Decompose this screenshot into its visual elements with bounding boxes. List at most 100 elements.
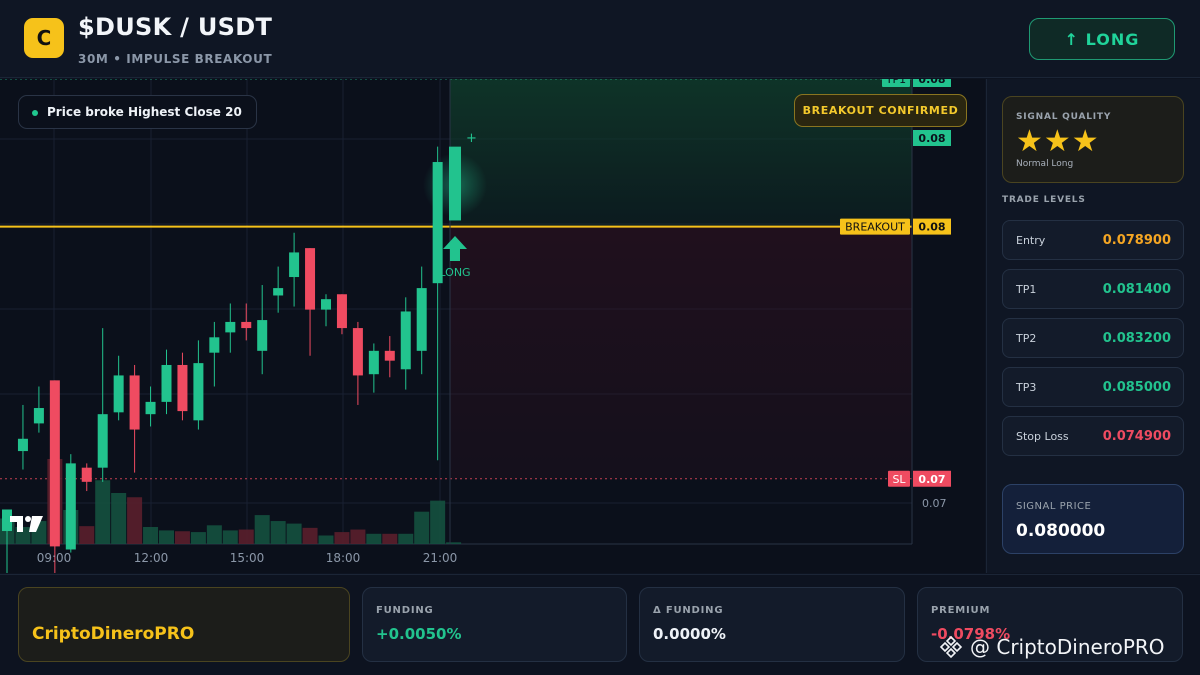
time-tick: 09:00 <box>37 551 72 565</box>
volume-bar <box>382 533 398 544</box>
level-tp2: TP2 0.083200 <box>1002 318 1184 358</box>
volume-bar <box>350 529 366 544</box>
volume-bar <box>286 523 302 544</box>
breakout-candle <box>449 146 461 221</box>
signal-quality-sub: Normal Long <box>1016 159 1074 169</box>
candle-body <box>17 438 28 452</box>
volume-bar <box>190 532 206 544</box>
level-value: 0.083200 <box>1102 331 1171 346</box>
candle-body <box>193 363 204 421</box>
candle-body <box>321 299 331 310</box>
candle-body <box>273 288 284 296</box>
volume-bar <box>366 533 382 544</box>
crosshair-plus-icon: + <box>466 131 477 146</box>
candle-body <box>129 375 140 430</box>
volume-bar <box>111 493 127 544</box>
candle-body <box>257 320 268 351</box>
volume-bar <box>414 511 430 544</box>
candle-body <box>289 252 300 278</box>
long-direction-button[interactable]: ↑ LONG <box>1029 18 1175 60</box>
pair-title: $DUSK / USDT <box>78 13 273 41</box>
signal-quality-card: SIGNAL QUALITY ★★★ Normal Long <box>1002 96 1184 183</box>
status-dot-icon <box>32 110 38 116</box>
candle-body <box>368 350 379 375</box>
stop-loss-tag: SL <box>892 473 906 486</box>
volume-bar <box>270 521 286 544</box>
time-tick: 21:00 <box>423 551 458 565</box>
candle-body <box>305 248 316 310</box>
time-tick: 18:00 <box>326 551 361 565</box>
brand-name: CriptoDineroPRO <box>32 624 195 644</box>
level-value: 0.081400 <box>1102 282 1171 297</box>
watermark-text: @ CriptoDineroPRO <box>970 635 1165 659</box>
volume-bar <box>302 527 318 544</box>
volume-bar <box>79 526 95 544</box>
brand-card: CriptoDineroPRO <box>18 587 350 662</box>
delta-funding-label: Δ FUNDING <box>653 605 724 616</box>
candle-body <box>49 380 60 547</box>
candle-body <box>352 328 363 376</box>
coin-logo-icon: C <box>24 18 64 58</box>
time-tick: 15:00 <box>230 551 265 565</box>
header: C $DUSK / USDT 30M • IMPULSE BREAKOUT ↑ … <box>0 0 1200 78</box>
premium-label: PREMIUM <box>931 605 991 616</box>
level-tp3: TP3 0.085000 <box>1002 367 1184 407</box>
volume-bar <box>318 535 334 544</box>
delta-funding-card: Δ FUNDING 0.0000% <box>639 587 905 662</box>
volume-bar <box>398 533 414 544</box>
candle-body <box>81 467 92 482</box>
candle-body <box>33 408 44 424</box>
level-tp1: TP1 0.081400 <box>1002 269 1184 309</box>
candle-body <box>384 350 395 361</box>
level-stop-loss: Stop Loss 0.074900 <box>1002 416 1184 456</box>
candle-body <box>416 288 427 351</box>
candle-body <box>209 337 220 353</box>
candle-body <box>400 311 411 370</box>
volume-bar <box>222 530 238 544</box>
volume-bar <box>238 529 254 544</box>
chart-canvas[interactable]: + LONG TP1 0.08 0.08 BREAKOUT 0.08 SL 0.07 0.07 09… <box>0 79 985 573</box>
tradingview-logo-icon[interactable] <box>10 515 44 537</box>
signal-quality-label: SIGNAL QUALITY <box>1016 112 1112 122</box>
candle-body <box>161 364 172 402</box>
volume-bar <box>430 500 446 544</box>
volume-bar <box>127 497 143 544</box>
candle-body <box>225 321 236 333</box>
funding-value: +0.0050% <box>376 625 462 643</box>
volume-bar <box>254 515 270 544</box>
volume-bar <box>446 542 462 544</box>
level-entry: Entry 0.078900 <box>1002 220 1184 260</box>
candle-body <box>113 375 124 413</box>
funding-card: FUNDING +0.0050% <box>362 587 627 662</box>
time-tick: 12:00 <box>134 551 169 565</box>
price-chart[interactable]: + LONG TP1 0.08 0.08 BREAKOUT 0.08 SL 0.07 0.07 09… <box>0 79 985 573</box>
breakout-confirmed-badge: BREAKOUT CONFIRMED <box>794 94 967 127</box>
volume-bar <box>143 527 159 544</box>
trade-levels-title: TRADE LEVELS <box>1002 195 1086 205</box>
level-name: TP1 <box>1016 283 1037 296</box>
volume-bar <box>95 480 111 544</box>
binance-logo-icon <box>939 635 963 659</box>
price-broke-text: Price broke Highest Close 20 <box>47 105 242 119</box>
candle-body <box>177 364 188 412</box>
level-name: TP2 <box>1016 332 1037 345</box>
funding-label: FUNDING <box>376 605 434 616</box>
breakout-tag: BREAKOUT <box>845 221 905 234</box>
candle-body <box>145 401 156 415</box>
candle-body <box>97 414 108 468</box>
breakout-value: 0.08 <box>918 221 945 234</box>
tp1-value: 0.08 <box>918 79 945 86</box>
volume-bar <box>206 525 222 544</box>
price-broke-badge: Price broke Highest Close 20 <box>18 95 257 129</box>
volume-bar <box>159 530 174 544</box>
level-value: 0.074900 <box>1102 429 1171 444</box>
signal-price-value: 0.080000 <box>1016 521 1106 541</box>
level-value: 0.078900 <box>1102 233 1171 248</box>
signal-price-card: SIGNAL PRICE 0.080000 <box>1002 484 1184 554</box>
tp1-tag: TP1 <box>885 79 906 86</box>
current-price-value: 0.08 <box>918 132 945 145</box>
volume-bar <box>174 531 190 544</box>
signal-price-label: SIGNAL PRICE <box>1016 501 1092 512</box>
stop-loss-zone <box>450 226 912 479</box>
delta-funding-value: 0.0000% <box>653 625 726 643</box>
